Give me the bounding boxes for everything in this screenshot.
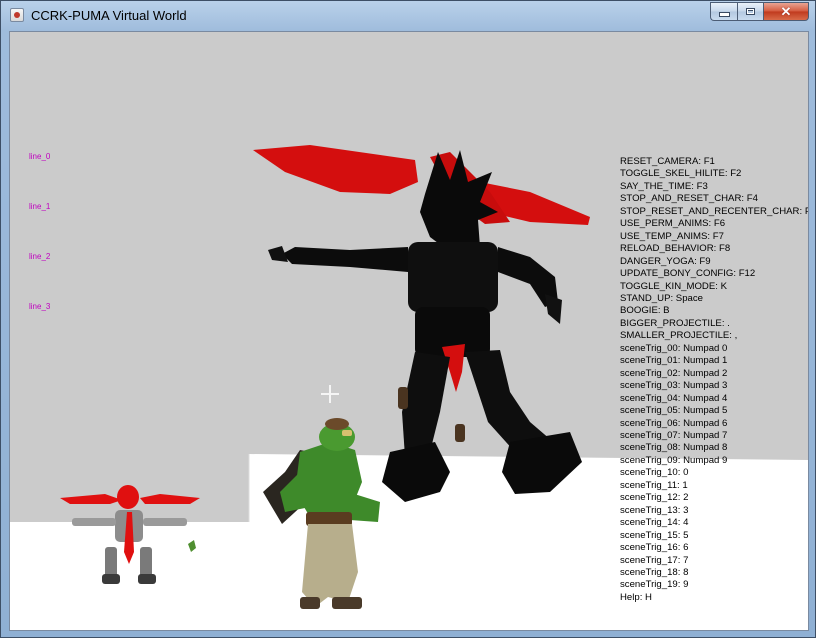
title-bar[interactable]: CCRK-PUMA Virtual World ✕ [1,1,815,31]
close-icon: ✕ [780,4,792,19]
key-bindings-overlay: RESET_CAMERA: F1 TOGGLE_SKEL_HILITE: F2 … [620,156,809,604]
key-binding: sceneTrig_02: Numpad 2 [620,367,728,379]
key-binding: sceneTrig_13: 3 [620,504,689,516]
key-binding: USE_TEMP_ANIMS: F7 [620,230,724,242]
key-binding: sceneTrig_11: 1 [620,479,688,491]
key-binding: Help: H [620,591,652,603]
minimize-button[interactable] [710,2,737,21]
key-binding: TOGGLE_KIN_MODE: K [620,280,727,292]
window-title: CCRK-PUMA Virtual World [31,8,187,23]
line-label-3: line_3 [29,302,51,311]
orc-character[interactable] [263,418,380,609]
key-binding: STOP_RESET_AND_RECENTER_CHAR: F5 [620,205,809,217]
key-binding: sceneTrig_08: Numpad 8 [620,442,728,454]
key-binding: sceneTrig_15: 5 [620,529,689,541]
key-binding: sceneTrig_14: 4 [620,517,689,529]
key-binding: sceneTrig_04: Numpad 4 [620,392,728,404]
key-binding: sceneTrig_10: 0 [620,467,689,479]
key-binding: BIGGER_PROJECTILE: . [620,317,730,329]
app-window: CCRK-PUMA Virtual World ✕ line_0 line_1 … [0,0,816,638]
key-binding: sceneTrig_01: Numpad 1 [620,355,728,367]
key-binding: STAND_UP: Space [620,292,703,304]
key-binding: STOP_AND_RESET_CHAR: F4 [620,193,758,205]
key-binding: SMALLER_PROJECTILE: , [620,330,738,342]
key-binding: sceneTrig_03: Numpad 3 [620,380,728,392]
key-binding: TOGGLE_SKEL_HILITE: F2 [620,168,742,180]
line-label-2: line_2 [29,252,51,261]
line-label-1: line_1 [29,202,51,211]
crosshair-cursor-icon [321,385,339,403]
maximize-icon [746,8,755,15]
maximize-button[interactable] [737,2,763,21]
key-binding: sceneTrig_19: 9 [620,579,689,591]
key-binding: sceneTrig_16: 6 [620,542,689,554]
key-binding: sceneTrig_18: 8 [620,566,689,578]
small-robot-character[interactable] [60,485,200,584]
key-binding: sceneTrig_12: 2 [620,492,689,504]
key-binding: UPDATE_BONY_CONFIG: F12 [620,268,756,280]
key-binding: SAY_THE_TIME: F3 [620,180,708,192]
key-binding: RESET_CAMERA: F1 [620,156,715,167]
3d-viewport[interactable]: line_0 line_1 line_2 line_3 RESET_CAMERA… [9,31,809,631]
key-binding: sceneTrig_17: 7 [620,554,689,566]
caption-buttons: ✕ [710,2,809,21]
small-green-object [188,540,196,552]
key-binding: USE_PERM_ANIMS: F6 [620,218,726,230]
minimize-icon [718,12,730,17]
key-binding: sceneTrig_00: Numpad 0 [620,342,728,354]
large-robot-character[interactable] [253,145,590,502]
key-binding: sceneTrig_07: Numpad 7 [620,429,728,441]
line-label-0: line_0 [29,152,51,161]
close-button[interactable]: ✕ [763,2,809,21]
key-binding: sceneTrig_09: Numpad 9 [620,454,728,466]
key-binding: DANGER_YOGA: F9 [620,255,711,267]
key-binding: sceneTrig_05: Numpad 5 [620,405,728,417]
key-binding: RELOAD_BEHAVIOR: F8 [620,243,731,255]
java-app-icon[interactable] [10,8,24,22]
key-binding: sceneTrig_06: Numpad 6 [620,417,728,429]
key-binding: BOOGIE: B [620,305,670,317]
